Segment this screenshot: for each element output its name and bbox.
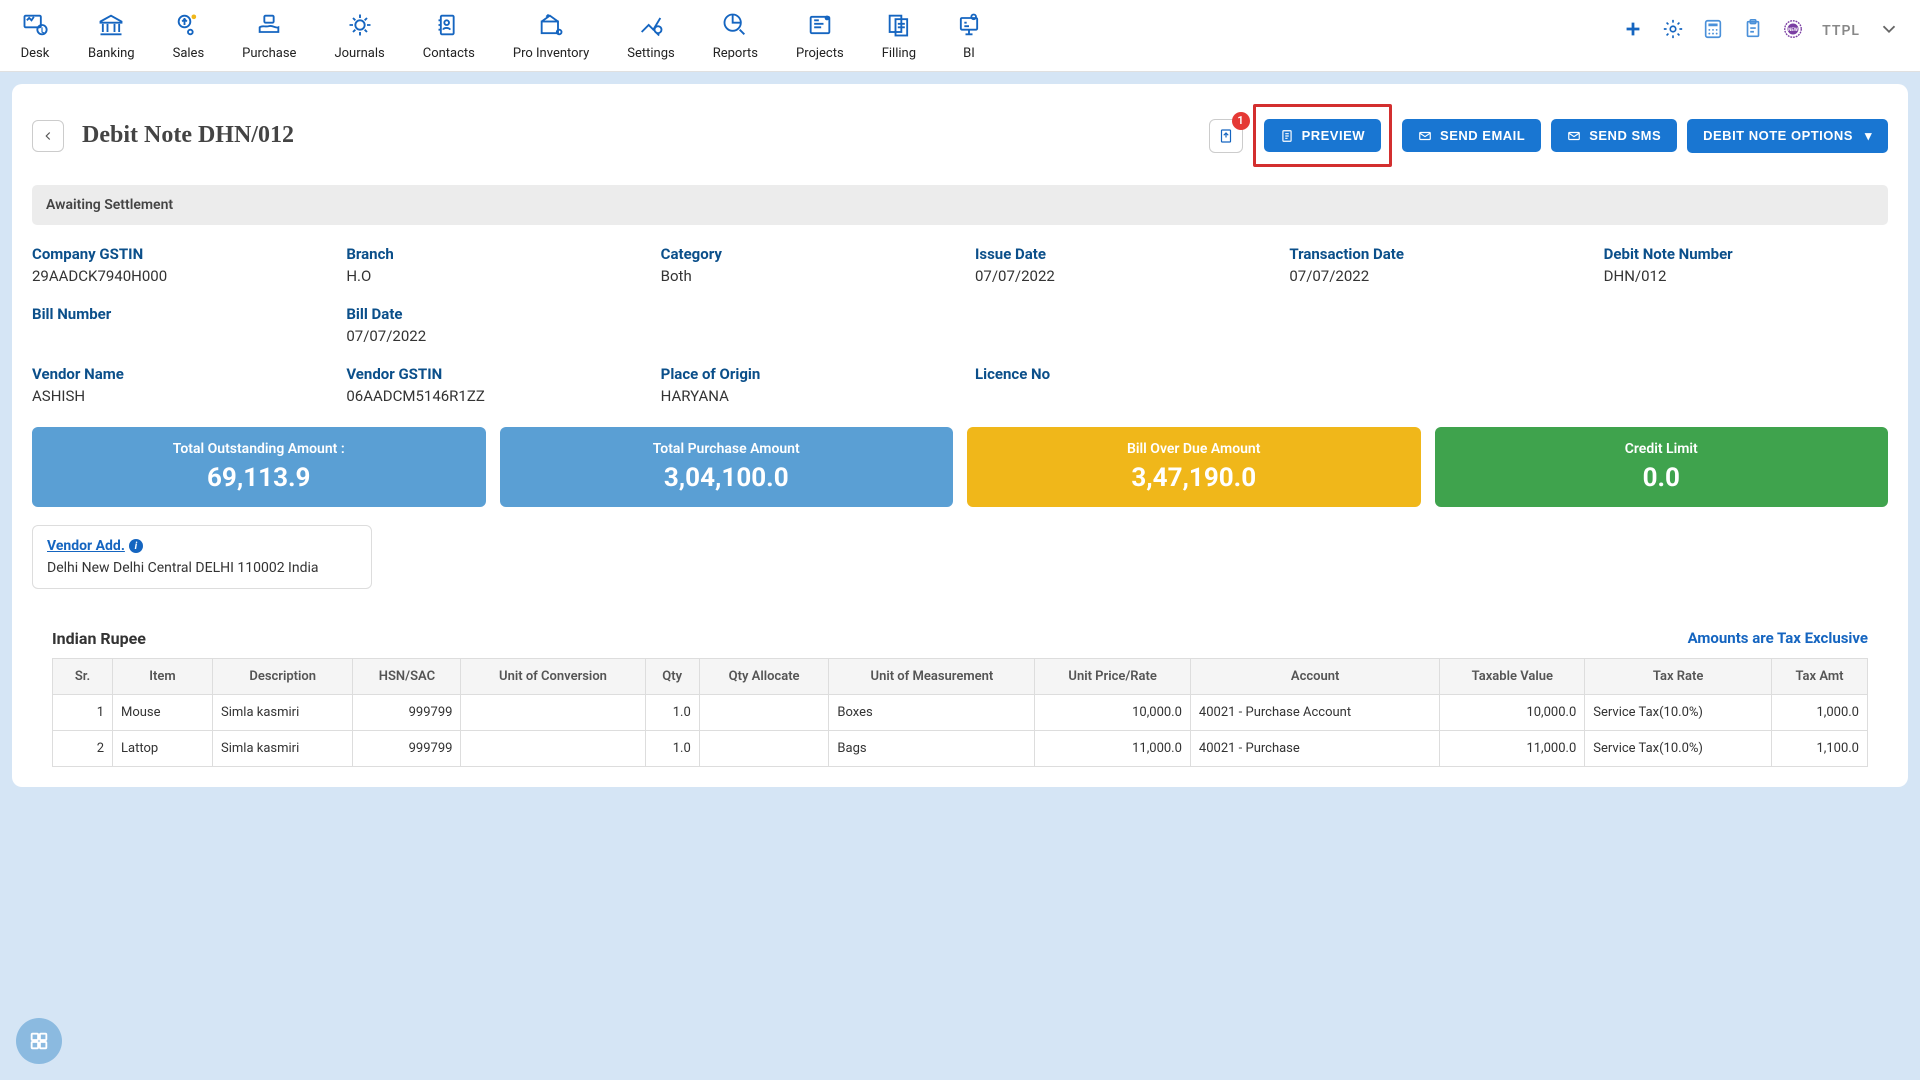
nav-projects-label: Projects (796, 46, 844, 61)
nav-desk-label: Desk (21, 46, 50, 61)
nav-reports[interactable]: Reports (713, 10, 758, 61)
page-title: Debit Note DHN/012 (82, 122, 294, 149)
nav-purchase[interactable]: Purchase (242, 10, 296, 61)
preview-highlight: PREVIEW (1253, 104, 1392, 167)
items-table: Sr. Item Description HSN/SAC Unit of Con… (52, 658, 1868, 767)
nav-right: NEW TTPL (1622, 10, 1900, 44)
filling-icon (884, 10, 914, 40)
info-bill-date: Bill Date07/07/2022 (346, 305, 630, 345)
info-vendor-name: Vendor NameASHISH (32, 365, 316, 405)
purchase-icon (254, 10, 284, 40)
caret-down-icon: ▾ (1865, 128, 1872, 144)
card-overdue: Bill Over Due Amount3,47,190.0 (967, 427, 1421, 507)
apps-fab[interactable] (16, 1018, 62, 1064)
desk-icon (20, 10, 50, 40)
card-purchase: Total Purchase Amount3,04,100.0 (500, 427, 954, 507)
info-grid: Company GSTIN29AADCK7940H000 BranchH.O C… (32, 245, 1888, 405)
card-credit-limit: Credit Limit0.0 (1435, 427, 1889, 507)
info-licence-no: Licence No (975, 365, 1259, 405)
debit-note-options-button[interactable]: DEBIT NOTE OPTIONS ▾ (1687, 119, 1888, 153)
reports-icon (720, 10, 750, 40)
table-row: 1 Mouse Simla kasmiri 999799 1.0 Boxes 1… (53, 695, 1868, 731)
nav-items: Desk Banking Sales Purchase Journals Con… (20, 10, 984, 61)
info-company-gstin: Company GSTIN29AADCK7940H000 (32, 245, 316, 285)
settings-icon (636, 10, 666, 40)
vendor-address-value: Delhi New Delhi Central DELHI 110002 Ind… (47, 560, 357, 576)
info-category: CategoryBoth (661, 245, 945, 285)
item-link[interactable]: Lattop (113, 731, 213, 767)
info-issue-date: Issue Date07/07/2022 (975, 245, 1259, 285)
nav-bi-label: BI (963, 46, 975, 61)
contacts-icon (434, 10, 464, 40)
nav-banking[interactable]: Banking (88, 10, 135, 61)
nav-inventory[interactable]: Pro Inventory (513, 10, 589, 61)
header-actions: 1 PREVIEW SEND EMAIL SEND SMS (1209, 104, 1888, 167)
add-icon[interactable] (1622, 18, 1644, 44)
info-bill-number: Bill Number (32, 305, 316, 345)
clipboard-icon[interactable] (1742, 18, 1764, 44)
banking-icon (96, 10, 126, 40)
status-bar: Awaiting Settlement (32, 185, 1888, 225)
nav-bi[interactable]: BI (954, 10, 984, 61)
send-email-button[interactable]: SEND EMAIL (1402, 119, 1541, 152)
nav-settings-label: Settings (627, 46, 674, 61)
item-link[interactable]: Mouse (113, 695, 213, 731)
info-place-of-origin: Place of OriginHARYANA (661, 365, 945, 405)
nav-desk[interactable]: Desk (20, 10, 50, 61)
attachment-button[interactable]: 1 (1209, 119, 1243, 153)
calculator-icon[interactable] (1702, 18, 1724, 44)
chevron-down-icon[interactable] (1878, 18, 1900, 44)
table-row: 2 Lattop Simla kasmiri 999799 1.0 Bags 1… (53, 731, 1868, 767)
nav-filling[interactable]: Filling (882, 10, 916, 61)
nav-settings[interactable]: Settings (627, 10, 674, 61)
nav-sales-label: Sales (173, 46, 205, 61)
table-header-row: Indian Rupee Amounts are Tax Exclusive (32, 629, 1888, 648)
nav-sales[interactable]: Sales (173, 10, 205, 61)
svg-text:NEW: NEW (1788, 27, 1798, 33)
journals-icon (345, 10, 375, 40)
card-outstanding: Total Outstanding Amount :69,113.9 (32, 427, 486, 507)
nav-projects[interactable]: Projects (796, 10, 844, 61)
nav-journals[interactable]: Journals (334, 10, 384, 61)
gear-icon[interactable] (1662, 18, 1684, 44)
nav-purchase-label: Purchase (242, 46, 296, 61)
info-branch: BranchH.O (346, 245, 630, 285)
send-email-label: SEND EMAIL (1440, 128, 1525, 143)
nav-contacts-label: Contacts (423, 46, 475, 61)
vendor-add-label[interactable]: Vendor Add. i (47, 538, 143, 554)
currency-label: Indian Rupee (52, 629, 146, 648)
nav-inventory-label: Pro Inventory (513, 46, 589, 61)
summary-cards: Total Outstanding Amount :69,113.9 Total… (32, 427, 1888, 507)
company-label: TTPL (1822, 23, 1860, 39)
nav-contacts[interactable]: Contacts (423, 10, 475, 61)
nav-journals-label: Journals (334, 46, 384, 61)
send-sms-label: SEND SMS (1589, 128, 1661, 143)
sales-icon (173, 10, 203, 40)
info-icon: i (129, 539, 143, 553)
inventory-icon (536, 10, 566, 40)
nav-filling-label: Filling (882, 46, 916, 61)
vendor-address-box: Vendor Add. i Delhi New Delhi Central DE… (32, 525, 372, 589)
options-label: DEBIT NOTE OPTIONS (1703, 128, 1853, 143)
nav-banking-label: Banking (88, 46, 135, 61)
back-button[interactable] (32, 120, 64, 152)
projects-icon (805, 10, 835, 40)
page-header: Debit Note DHN/012 1 PREVIEW SEND EMAIL (32, 104, 1888, 167)
info-debit-note-number: Debit Note NumberDHN/012 (1604, 245, 1888, 285)
preview-label: PREVIEW (1302, 128, 1365, 143)
attachment-badge: 1 (1232, 112, 1250, 130)
preview-button[interactable]: PREVIEW (1264, 119, 1381, 152)
info-transaction-date: Transaction Date07/07/2022 (1289, 245, 1573, 285)
table-header: Sr. Item Description HSN/SAC Unit of Con… (53, 659, 1868, 695)
new-badge-icon[interactable]: NEW (1782, 18, 1804, 44)
top-nav: Desk Banking Sales Purchase Journals Con… (0, 0, 1920, 72)
nav-reports-label: Reports (713, 46, 758, 61)
tax-note: Amounts are Tax Exclusive (1688, 629, 1868, 648)
bi-icon (954, 10, 984, 40)
info-vendor-gstin: Vendor GSTIN06AADCM5146R1ZZ (346, 365, 630, 405)
send-sms-button[interactable]: SEND SMS (1551, 119, 1677, 152)
